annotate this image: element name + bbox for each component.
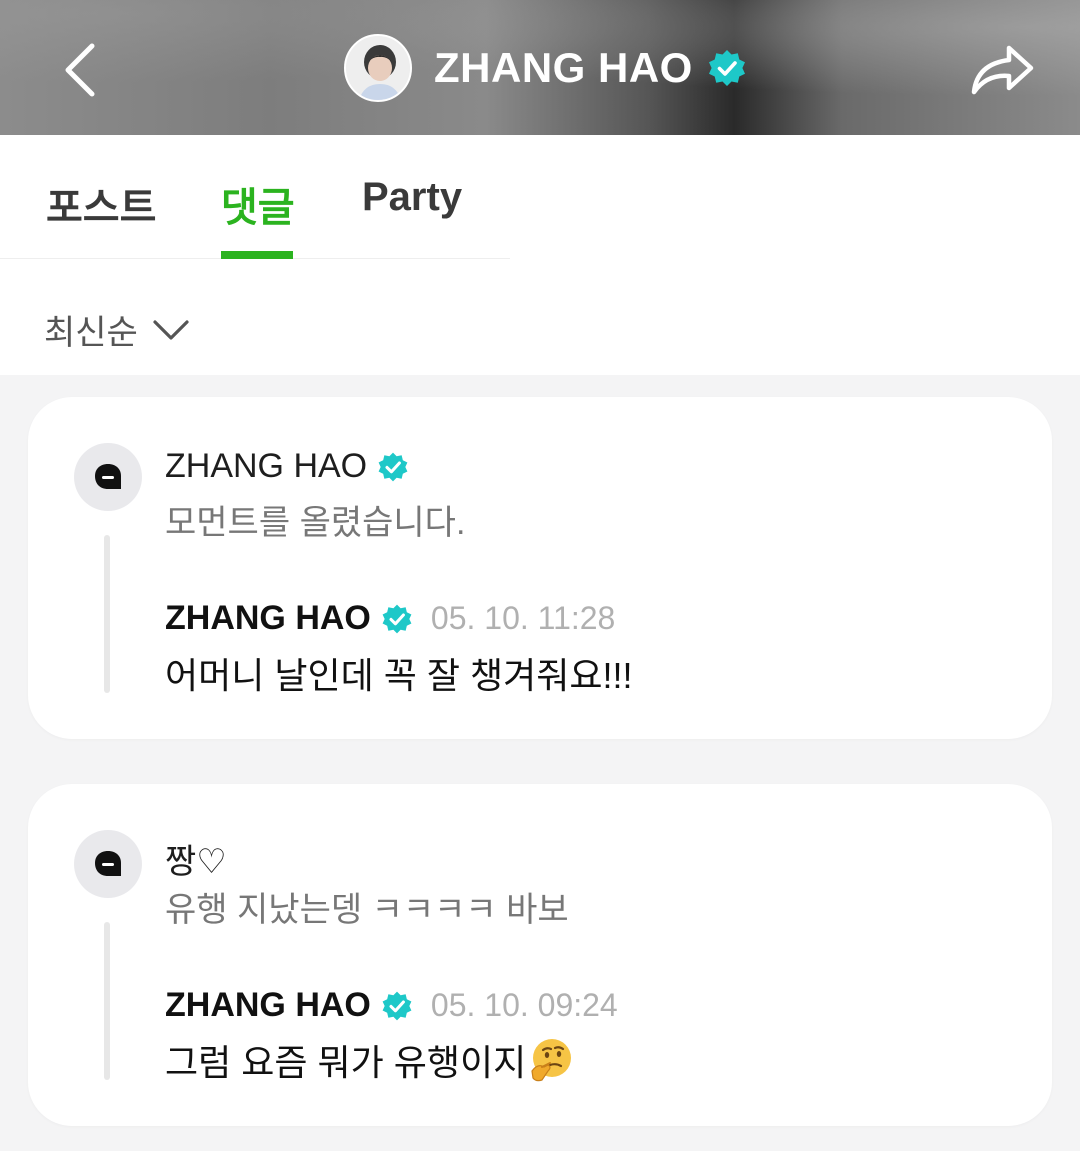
tab-posts[interactable]: 포스트 <box>46 175 156 233</box>
reply-text-content: 그럼 요즘 뭐가 유행이지 <box>165 1042 527 1083</box>
content-area: 포스트 댓글 Party 최신순 ZHANG HAO 모먼트를 올렸습니다. Z… <box>0 135 1080 1151</box>
comment-list: ZHANG HAO 모먼트를 올렸습니다. ZHANG HAO 05. 10. … <box>0 375 1080 1151</box>
reply-timestamp: 05. 10. 11:28 <box>430 600 616 636</box>
thread-line <box>104 922 110 1080</box>
reply-header: ZHANG HAO 05. 10. 11:28 <box>165 599 615 638</box>
tab-party[interactable]: Party <box>362 175 462 220</box>
verified-badge-icon <box>707 48 747 88</box>
active-tab-indicator <box>221 251 293 259</box>
comment-author[interactable]: 짱♡ <box>165 834 227 883</box>
chat-bubble-icon <box>74 443 142 511</box>
comment-card[interactable]: ZHANG HAO 모먼트를 올렸습니다. ZHANG HAO 05. 10. … <box>28 397 1052 739</box>
comment-author[interactable]: ZHANG HAO <box>165 447 409 486</box>
tab-comments[interactable]: 댓글 <box>221 175 295 233</box>
reply-header: ZHANG HAO 05. 10. 09:24 <box>165 986 618 1025</box>
chevron-down-icon <box>152 318 190 342</box>
tab-bar: 포스트 댓글 Party <box>0 135 510 259</box>
reply-author-name[interactable]: ZHANG HAO <box>165 986 371 1025</box>
header-title-group[interactable]: ZHANG HAO <box>344 34 747 102</box>
comment-text: 유행 지났는뎅 ㅋㅋㅋㅋ 바보 <box>165 891 569 929</box>
comment-card[interactable]: 짱♡ 유행 지났는뎅 ㅋㅋㅋㅋ 바보 ZHANG HAO 05. 10. 09:… <box>28 784 1052 1126</box>
verified-badge-icon <box>377 451 409 483</box>
reply-text: 그럼 요즘 뭐가 유행이지 <box>165 1034 574 1086</box>
sort-label: 최신순 <box>44 314 138 352</box>
back-button[interactable] <box>50 35 110 105</box>
share-arrow-icon <box>971 45 1034 95</box>
profile-avatar[interactable] <box>344 34 412 102</box>
reply-text-content: 어머니 날인데 꼭 잘 챙겨줘요!!! <box>165 655 633 696</box>
verified-badge-icon <box>381 603 413 635</box>
reply-author-name[interactable]: ZHANG HAO <box>165 599 371 638</box>
profile-header: ZHANG HAO <box>0 0 1080 135</box>
reply-text: 어머니 날인데 꼭 잘 챙겨줘요!!! <box>165 647 632 699</box>
thread-line <box>104 535 110 693</box>
chat-bubble-icon <box>74 830 142 898</box>
thinking-face-icon <box>528 1037 574 1083</box>
share-button[interactable] <box>962 35 1042 105</box>
verified-badge-icon <box>381 990 413 1022</box>
chevron-left-icon <box>65 43 95 97</box>
comment-author-name: ZHANG HAO <box>165 447 368 485</box>
comment-text: 모먼트를 올렸습니다. <box>165 504 466 542</box>
sort-dropdown[interactable]: 최신순 <box>44 305 190 354</box>
header-artist-name: ZHANG HAO <box>434 44 693 91</box>
reply-timestamp: 05. 10. 09:24 <box>430 987 618 1023</box>
comment-author-name: 짱♡ <box>165 843 227 881</box>
